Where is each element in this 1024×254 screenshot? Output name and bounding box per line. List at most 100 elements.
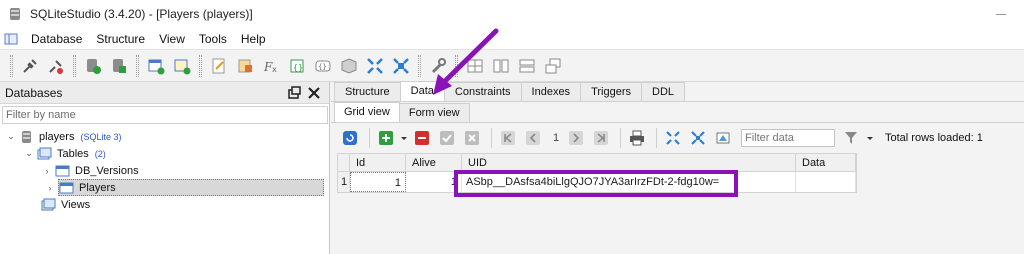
tile-icon[interactable] <box>464 55 486 77</box>
row-number-header <box>338 154 350 171</box>
tab-structure[interactable]: Structure <box>334 82 401 101</box>
expand-icon[interactable] <box>662 127 684 149</box>
chevron-right-icon[interactable]: › <box>45 183 55 193</box>
rows-loaded-label: Total rows loaded: 1 <box>885 132 983 144</box>
add-db-icon[interactable] <box>82 55 104 77</box>
app-window: SQLiteStudio (3.4.20) - [Players (player… <box>0 0 1024 254</box>
rollback-icon[interactable] <box>461 127 483 149</box>
chevron-down-icon[interactable]: ⌄ <box>24 148 34 159</box>
prev-page-icon[interactable] <box>522 127 544 149</box>
menu-bar: Database Structure View Tools Help <box>0 28 1024 50</box>
tab-constraints[interactable]: Constraints <box>443 82 522 101</box>
filter-icon[interactable] <box>841 127 863 149</box>
column-header-id[interactable]: Id <box>350 154 406 171</box>
extension-icon[interactable]: {} <box>312 55 334 77</box>
title-bar: SQLiteStudio (3.4.20) - [Players (player… <box>0 0 1024 28</box>
collapse-icon[interactable] <box>687 127 709 149</box>
app-icon <box>10 8 20 20</box>
cube-icon[interactable] <box>338 55 360 77</box>
tree-label-db: players <box>39 130 75 143</box>
tree-label-players: Players <box>79 181 116 194</box>
toolbar-separator <box>369 128 370 148</box>
close-panel-icon[interactable] <box>306 85 322 101</box>
tree-item-players-db[interactable]: ⌄ players (SQLite 3) <box>0 128 329 145</box>
function-icon[interactable]: Fx <box>260 55 282 77</box>
toolbar-handle-5[interactable] <box>418 54 421 77</box>
toolbar-separator <box>620 128 621 148</box>
table-tabs: Structure Data Constraints Indexes Trigg… <box>331 81 1024 102</box>
next-page-icon[interactable] <box>565 127 587 149</box>
refresh-icon[interactable] <box>339 127 361 149</box>
chevron-down-icon[interactable]: ⌄ <box>6 131 16 142</box>
toolbar-handle-2[interactable] <box>73 54 76 77</box>
first-page-icon[interactable] <box>497 127 519 149</box>
toolbar-handle[interactable] <box>10 54 13 77</box>
tree-label-views: Views <box>61 198 91 211</box>
tree-item-tables[interactable]: ⌄ Tables (2) <box>0 145 329 162</box>
databases-panel-header: Databases <box>0 82 329 104</box>
tab-grid-view[interactable]: Grid view <box>334 102 400 122</box>
sql-editor-icon[interactable] <box>208 55 230 77</box>
tree-item-players-table[interactable]: › Players <box>49 179 324 196</box>
cascade-icon[interactable] <box>542 55 564 77</box>
insert-row-icon[interactable] <box>375 127 397 149</box>
view-mode-tabs: Grid view Form view <box>331 102 1024 123</box>
cell-data[interactable] <box>796 172 856 192</box>
format-icon[interactable] <box>712 127 734 149</box>
tree-item-views[interactable]: Views <box>0 196 329 213</box>
commit-icon[interactable] <box>436 127 458 149</box>
databases-filter-input[interactable] <box>2 106 328 124</box>
menu-tools[interactable]: Tools <box>192 32 234 46</box>
layout-icon[interactable] <box>516 55 538 77</box>
toolbar-separator <box>491 128 492 148</box>
menu-view[interactable]: View <box>152 32 192 46</box>
connect-icon[interactable] <box>19 55 41 77</box>
menu-database[interactable]: Database <box>24 32 89 46</box>
toolbar-handle-4[interactable] <box>199 54 202 77</box>
annotation-highlight-box <box>454 170 738 197</box>
tree-item-db-versions[interactable]: › DB_Versions <box>0 162 329 179</box>
collation-icon[interactable]: {} <box>286 55 308 77</box>
minimize-button[interactable] <box>978 0 1024 28</box>
menu-help[interactable]: Help <box>234 32 273 46</box>
main-toolbar: Fx {} {} <box>0 50 1024 82</box>
tab-indexes[interactable]: Indexes <box>520 82 582 101</box>
chevron-down-icon[interactable] <box>866 127 874 149</box>
page-number: 1 <box>552 132 560 144</box>
toolbar-handle-6[interactable] <box>455 54 458 77</box>
fullscreen-icon[interactable] <box>364 55 386 77</box>
database-tree: ⌄ players (SQLite 3) ⌄ Tables (2) › DB_V… <box>0 128 329 213</box>
data-toolbar: 1 Total rows loaded: 1 <box>331 123 1024 153</box>
table-icon <box>59 182 74 193</box>
column-header-data[interactable]: Data <box>796 154 856 171</box>
svg-text:{}: {} <box>293 63 303 72</box>
new-table-icon[interactable] <box>145 55 167 77</box>
menu-grip-icon <box>4 33 18 44</box>
chevron-down-icon[interactable] <box>400 127 408 149</box>
print-icon[interactable] <box>626 127 648 149</box>
delete-row-icon[interactable] <box>411 127 433 149</box>
column-header-uid[interactable]: UID <box>462 154 796 171</box>
chevron-right-icon[interactable]: › <box>42 166 52 176</box>
disconnect-icon[interactable] <box>45 55 67 77</box>
wrench-icon[interactable] <box>427 55 449 77</box>
database-icon <box>22 130 31 143</box>
last-page-icon[interactable] <box>590 127 612 149</box>
compress-icon[interactable] <box>390 55 412 77</box>
menu-structure[interactable]: Structure <box>89 32 152 46</box>
tab-form-view[interactable]: Form view <box>398 103 470 122</box>
svg-text:x: x <box>272 65 277 74</box>
script-icon[interactable] <box>234 55 256 77</box>
panes-icon[interactable] <box>490 55 512 77</box>
edit-db-icon[interactable] <box>108 55 130 77</box>
tab-data[interactable]: Data <box>399 81 445 101</box>
tab-ddl[interactable]: DDL <box>641 82 686 101</box>
float-panel-icon[interactable] <box>286 85 302 101</box>
filter-data-input[interactable] <box>741 129 835 147</box>
table-icon <box>55 165 70 176</box>
cell-id[interactable]: 1 <box>350 172 406 192</box>
new-view-icon[interactable] <box>171 55 193 77</box>
tab-triggers[interactable]: Triggers <box>580 82 642 101</box>
toolbar-handle-3[interactable] <box>136 54 139 77</box>
column-header-alive[interactable]: Alive <box>406 154 462 171</box>
